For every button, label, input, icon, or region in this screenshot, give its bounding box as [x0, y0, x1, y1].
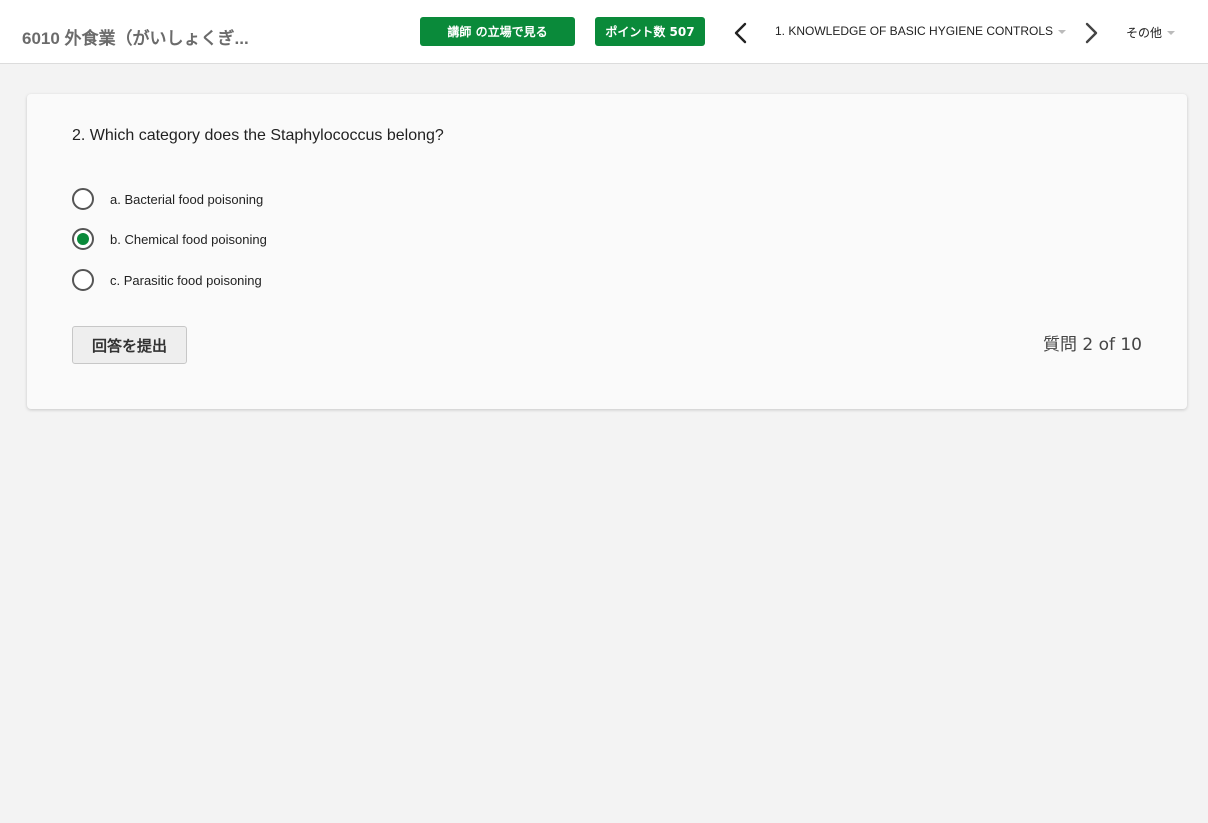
question-progress: 質問 2 of 10: [1042, 335, 1142, 355]
top-bar: 6010 外食業（がいしょくぎ... 講師 の立場で見る ポイント数 507 1…: [0, 0, 1208, 64]
radio-button-selected[interactable]: [72, 228, 94, 250]
radio-button[interactable]: [72, 269, 94, 291]
caret-down-icon: [1167, 31, 1176, 35]
option-label: c. Parasitic food poisoning: [110, 272, 262, 288]
lesson-dropdown[interactable]: 1. KNOWLEDGE OF BASIC HYGIENE CONTROLS: [775, 24, 1067, 38]
option-label: a. Bacterial food poisoning: [110, 191, 264, 207]
view-as-instructor-button[interactable]: 講師 の立場で見る: [420, 17, 575, 46]
previous-lesson-button[interactable]: [728, 18, 754, 48]
lesson-dropdown-label: 1. KNOWLEDGE OF BASIC HYGIENE CONTROLS: [775, 24, 1054, 38]
other-menu-label: その他: [1126, 26, 1163, 40]
next-lesson-button[interactable]: [1078, 18, 1104, 48]
quiz-card: 2. Which category does the Staphylococcu…: [27, 94, 1187, 409]
chevron-right-icon: [1085, 22, 1098, 44]
course-title[interactable]: 6010 外食業（がいしょくぎ...: [22, 24, 249, 49]
caret-down-icon: [1058, 29, 1067, 34]
radio-button[interactable]: [72, 188, 94, 210]
points-button[interactable]: ポイント数 507: [595, 17, 705, 46]
question-text: 2. Which category does the Staphylococcu…: [72, 127, 444, 144]
option-label: b. Chemical food poisoning: [110, 231, 267, 247]
chevron-left-icon: [734, 22, 747, 44]
radio-dot-icon: [77, 233, 89, 245]
answer-option-a[interactable]: a. Bacterial food poisoning: [72, 186, 263, 212]
other-menu[interactable]: その他: [1126, 24, 1176, 41]
answer-option-b[interactable]: b. Chemical food poisoning: [72, 226, 267, 252]
submit-answer-button[interactable]: 回答を提出: [72, 326, 187, 364]
answer-option-c[interactable]: c. Parasitic food poisoning: [72, 267, 262, 293]
